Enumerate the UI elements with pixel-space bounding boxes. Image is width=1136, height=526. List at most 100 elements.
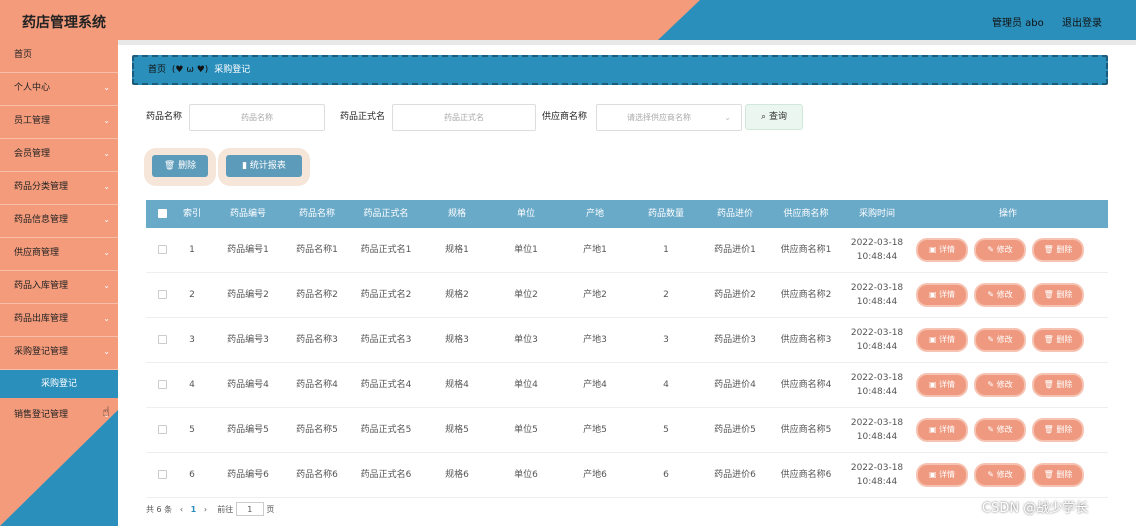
op-edit-button[interactable]: ✎ 修改 (976, 330, 1024, 350)
cell-name: 药品名称2 (296, 290, 338, 300)
breadcrumb-home[interactable]: 首页 (148, 65, 166, 75)
sidebar-item-personal[interactable]: 个人中心 ⌄ (0, 73, 118, 106)
op-edit-button[interactable]: ✎ 修改 (976, 240, 1024, 260)
header-name: 药品名称 (298, 209, 335, 219)
goto-page-input[interactable]: 1 (235, 502, 264, 516)
cell-clock: 10:48:44 (856, 387, 898, 397)
op-delete-button[interactable]: 🗑 删除 (1034, 330, 1082, 350)
supplier-select-placeholder: 请选择供应商名称 (627, 113, 691, 122)
logout-link[interactable]: 退出登录 (1062, 14, 1102, 29)
cell-name: 药品名称5 (296, 425, 338, 435)
cell-clock: 10:48:44 (856, 252, 898, 262)
sidebar-subitem-purchase-register[interactable]: 采购登记 (0, 370, 118, 398)
sidebar-item-label: 首页 (14, 50, 33, 60)
table-row: 2 药品编号2 药品名称2 药品正式名2 规格2 单位2 产地2 2 药品进价2 供应商名称2 20… (146, 273, 1108, 318)
next-page-button[interactable]: › (204, 505, 207, 514)
table-header: 索引 药品编号 药品名称 药品正式名 规格 单位 产地 药品数量 药品进价 供应… (146, 200, 1108, 228)
op-detail-button[interactable]: ▣ 详情 (918, 240, 966, 260)
delete-button[interactable]: 🗑 删除 (152, 155, 208, 177)
prev-page-button[interactable]: ‹ (180, 505, 183, 514)
cell-formal-name: 药品正式名1 (360, 245, 412, 255)
op-detail-button[interactable]: ▣ 详情 (918, 330, 966, 350)
row-checkbox[interactable] (158, 245, 167, 254)
sidebar-item-categories[interactable]: 药品分类管理 ⌄ (0, 172, 118, 205)
sidebar-item-purchase[interactable]: 采购登记管理 ⌄ (0, 337, 118, 370)
op-delete-button[interactable]: 🗑 删除 (1034, 465, 1082, 485)
supplier-select[interactable]: 请选择供应商名称 ⌄ (596, 104, 742, 131)
sidebar-item-stock-in[interactable]: 药品入库管理 ⌄ (0, 271, 118, 304)
cell-quantity: 5 (663, 425, 669, 435)
op-delete-button[interactable]: 🗑 删除 (1034, 420, 1082, 440)
breadcrumb-current: 采购登记 (214, 65, 251, 75)
op-label: 修改 (996, 335, 1013, 344)
cell-spec: 规格2 (445, 290, 469, 300)
file-icon: ▣ (928, 425, 940, 434)
cell-quantity: 2 (663, 290, 669, 300)
sidebar-item-home[interactable]: 首页 (0, 40, 118, 73)
cell-supplier: 供应商名称1 (780, 245, 832, 255)
file-icon: ▣ (928, 380, 940, 389)
op-delete-button[interactable]: 🗑 删除 (1034, 240, 1082, 260)
row-checkbox[interactable] (158, 290, 167, 299)
cell-index: 6 (189, 470, 195, 480)
cell-index: 4 (189, 380, 195, 390)
op-edit-button[interactable]: ✎ 修改 (976, 285, 1024, 305)
row-checkbox[interactable] (158, 425, 167, 434)
op-delete-button[interactable]: 🗑 删除 (1034, 285, 1082, 305)
formal-name-input[interactable]: 药品正式名 (392, 104, 536, 131)
sidebar-item-drug-info[interactable]: 药品信息管理 ⌄ (0, 205, 118, 238)
chevron-down-icon: ⌄ (103, 314, 110, 323)
cell-time: 2022-03-18 10:48:44 (846, 408, 908, 452)
chevron-down-icon: ⌄ (103, 281, 110, 290)
cell-formal-name: 药品正式名3 (360, 335, 412, 345)
op-edit-button[interactable]: ✎ 修改 (976, 465, 1024, 485)
sidebar-item-label: 药品出库管理 (14, 314, 69, 324)
cell-unit: 单位3 (514, 335, 538, 345)
header-code: 药品编号 (229, 209, 266, 219)
op-edit-button[interactable]: ✎ 修改 (976, 375, 1024, 395)
goto-label: 前往 (217, 505, 234, 514)
cell-unit: 单位6 (514, 470, 538, 480)
sidebar-item-suppliers[interactable]: 供应商管理 ⌄ (0, 238, 118, 271)
cell-spec: 规格6 (445, 470, 469, 480)
chevron-down-icon: ⌄ (103, 83, 110, 92)
row-checkbox[interactable] (158, 335, 167, 344)
page-unit-label: 页 (266, 505, 275, 514)
sidebar-item-sales[interactable]: 销售登记管理 ⌄ (0, 400, 118, 433)
drug-name-input[interactable]: 药品名称 (189, 104, 325, 131)
op-detail-button[interactable]: ▣ 详情 (918, 285, 966, 305)
sidebar-item-label: 个人中心 (14, 83, 51, 93)
cell-supplier: 供应商名称2 (780, 290, 832, 300)
sidebar-item-staff[interactable]: 员工管理 ⌄ (0, 106, 118, 139)
page-1-button[interactable]: 1 (191, 505, 197, 514)
op-detail-button[interactable]: ▣ 详情 (918, 465, 966, 485)
file-icon: ▣ (928, 470, 940, 479)
cell-price: 药品进价4 (714, 380, 756, 390)
sidebar-item-label: 采购登记管理 (14, 347, 69, 357)
cell-formal-name: 药品正式名2 (360, 290, 412, 300)
pencil-icon: ✎ (987, 470, 997, 479)
report-button[interactable]: ▮ 统计报表 (226, 155, 302, 177)
chevron-down-icon: ⌄ (724, 113, 731, 122)
op-edit-button[interactable]: ✎ 修改 (976, 420, 1024, 440)
row-checkbox[interactable] (158, 470, 167, 479)
app-title: 药店管理系统 (22, 15, 106, 31)
op-detail-button[interactable]: ▣ 详情 (918, 420, 966, 440)
row-checkbox[interactable] (158, 380, 167, 389)
sidebar-item-label: 药品分类管理 (14, 182, 69, 192)
select-all-checkbox[interactable] (158, 209, 167, 218)
pencil-icon: ✎ (987, 245, 997, 254)
search-icon: ⌕ (761, 112, 767, 122)
search-button[interactable]: ⌕ 查询 (745, 104, 803, 130)
sidebar-item-stock-out[interactable]: 药品出库管理 ⌄ (0, 304, 118, 337)
op-delete-button[interactable]: 🗑 删除 (1034, 375, 1082, 395)
cell-date: 2022-03-18 (850, 373, 904, 383)
trash-icon: 🗑 (1043, 245, 1057, 254)
sidebar: 首页 个人中心 ⌄ 员工管理 ⌄ 会员管理 ⌄ 药品分类管理 ⌄ 药品信息管理 ⌄ 供应商… (0, 40, 118, 526)
cell-formal-name: 药品正式名6 (360, 470, 412, 480)
trash-icon: 🗑 (1043, 470, 1057, 479)
trash-icon: 🗑 (163, 161, 176, 171)
op-detail-button[interactable]: ▣ 详情 (918, 375, 966, 395)
cell-index: 3 (189, 335, 195, 345)
sidebar-item-members[interactable]: 会员管理 ⌄ (0, 139, 118, 172)
